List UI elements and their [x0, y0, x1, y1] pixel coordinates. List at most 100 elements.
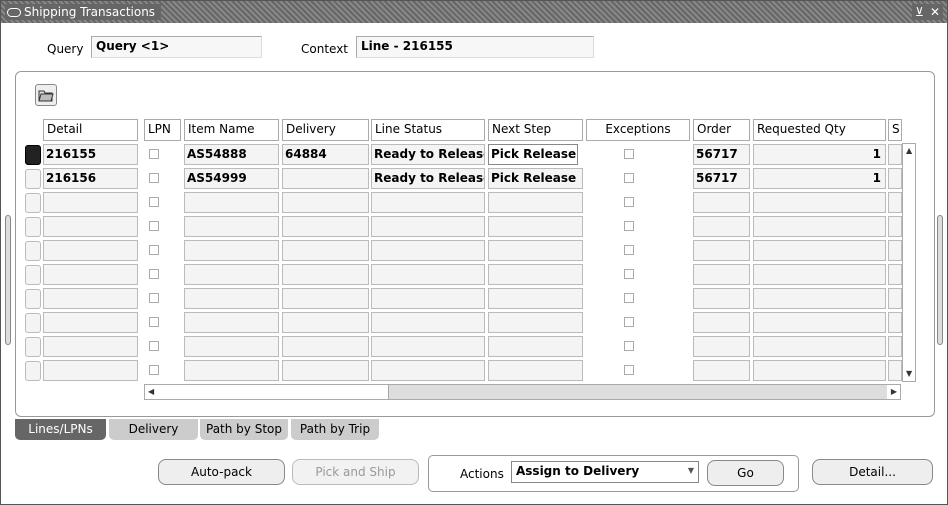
empty-cell[interactable] [753, 360, 886, 381]
empty-cell[interactable] [282, 360, 369, 381]
lpn-checkbox[interactable] [149, 149, 159, 159]
empty-cell[interactable] [488, 288, 583, 309]
col-header-requested-qty[interactable]: Requested Qty [753, 119, 886, 141]
row-selector-active[interactable] [25, 145, 41, 165]
scroll-right-icon[interactable]: ▶ [891, 388, 897, 396]
tab-path-by-stop[interactable]: Path by Stop [200, 419, 288, 440]
vertical-scrollbar[interactable]: ▲ ▼ [902, 143, 916, 382]
empty-cell[interactable] [282, 216, 369, 237]
empty-cell[interactable] [43, 216, 138, 237]
minimize-icon[interactable]: ⊻ [915, 5, 924, 19]
row-checkbox[interactable] [149, 341, 159, 351]
col-header-detail[interactable]: Detail [43, 119, 138, 141]
cell-order[interactable]: 56717 [693, 168, 750, 189]
col-header-order[interactable]: Order [693, 119, 750, 141]
empty-cell[interactable] [753, 336, 886, 357]
empty-cell[interactable] [693, 216, 750, 237]
empty-cell[interactable] [888, 336, 902, 357]
row-selector[interactable] [25, 313, 41, 333]
empty-cell[interactable] [43, 240, 138, 261]
empty-cell[interactable] [184, 240, 279, 261]
empty-cell[interactable] [43, 288, 138, 309]
auto-pack-button[interactable]: Auto-pack [158, 459, 285, 485]
col-header-s[interactable]: S [888, 119, 902, 141]
empty-cell[interactable] [282, 264, 369, 285]
empty-cell[interactable] [693, 336, 750, 357]
empty-cell[interactable] [371, 264, 485, 285]
empty-cell[interactable] [371, 240, 485, 261]
cell-detail[interactable]: 216156 [43, 168, 138, 189]
empty-cell[interactable] [43, 312, 138, 333]
row-selector[interactable] [25, 289, 41, 309]
cell-line-status[interactable]: Ready to Release [371, 144, 485, 165]
empty-cell[interactable] [753, 264, 886, 285]
empty-cell[interactable] [693, 360, 750, 381]
col-header-item-name[interactable]: Item Name [184, 119, 279, 141]
empty-cell[interactable] [753, 240, 886, 261]
col-header-lpn[interactable]: LPN [144, 119, 181, 141]
empty-cell[interactable] [282, 192, 369, 213]
row-checkbox[interactable] [149, 317, 159, 327]
row-checkbox[interactable] [149, 269, 159, 279]
col-header-exceptions[interactable]: Exceptions [586, 119, 690, 141]
empty-cell[interactable] [753, 192, 886, 213]
empty-cell[interactable] [888, 216, 902, 237]
cell-detail[interactable]: 216155 [43, 144, 138, 165]
empty-cell[interactable] [43, 192, 138, 213]
cell-order[interactable]: 56717 [693, 144, 750, 165]
empty-cell[interactable] [184, 288, 279, 309]
empty-cell[interactable] [371, 336, 485, 357]
empty-cell[interactable] [488, 336, 583, 357]
empty-cell[interactable] [282, 288, 369, 309]
empty-cell[interactable] [184, 312, 279, 333]
col-header-delivery[interactable]: Delivery [282, 119, 369, 141]
empty-cell[interactable] [43, 360, 138, 381]
row-selector[interactable] [25, 169, 41, 189]
empty-cell[interactable] [282, 312, 369, 333]
empty-cell[interactable] [184, 360, 279, 381]
cell-item-name[interactable]: AS54999 [184, 168, 279, 189]
empty-cell[interactable] [888, 264, 902, 285]
exceptions-checkbox[interactable] [624, 173, 634, 183]
actions-select[interactable]: Assign to Delivery ▼ [511, 461, 699, 483]
empty-cell[interactable] [184, 336, 279, 357]
row-checkbox[interactable] [624, 293, 634, 303]
horizontal-scrollbar[interactable]: ◀ ▶ [144, 384, 901, 400]
empty-cell[interactable] [184, 192, 279, 213]
row-checkbox[interactable] [624, 221, 634, 231]
empty-cell[interactable] [282, 336, 369, 357]
empty-cell[interactable] [488, 264, 583, 285]
lpn-checkbox[interactable] [149, 173, 159, 183]
cell-item-name[interactable]: AS54888 [184, 144, 279, 165]
scroll-up-icon[interactable]: ▲ [906, 147, 912, 155]
empty-cell[interactable] [371, 312, 485, 333]
exceptions-checkbox[interactable] [624, 149, 634, 159]
empty-cell[interactable] [371, 360, 485, 381]
empty-cell[interactable] [753, 288, 886, 309]
col-header-line-status[interactable]: Line Status [371, 119, 485, 141]
context-field[interactable]: Line - 216155 [356, 36, 594, 58]
row-checkbox[interactable] [149, 221, 159, 231]
row-checkbox[interactable] [149, 245, 159, 255]
cell-requested-qty[interactable]: 1 [753, 168, 886, 189]
empty-cell[interactable] [184, 264, 279, 285]
cell-next-step[interactable]: Pick Release [488, 144, 578, 165]
empty-cell[interactable] [371, 192, 485, 213]
empty-cell[interactable] [888, 288, 902, 309]
tab-path-by-trip[interactable]: Path by Trip [291, 419, 379, 440]
go-button[interactable]: Go [707, 460, 784, 486]
left-edge-handle[interactable] [5, 215, 11, 345]
row-selector[interactable] [25, 361, 41, 381]
horizontal-scroll-track[interactable] [389, 385, 887, 399]
row-selector[interactable] [25, 265, 41, 285]
empty-cell[interactable] [888, 312, 902, 333]
row-checkbox[interactable] [149, 365, 159, 375]
empty-cell[interactable] [488, 216, 583, 237]
empty-cell[interactable] [693, 312, 750, 333]
query-field[interactable]: Query <1> [91, 36, 262, 58]
cell-requested-qty[interactable]: 1 [753, 144, 886, 165]
tab-delivery[interactable]: Delivery [109, 419, 198, 440]
row-selector[interactable] [25, 337, 41, 357]
empty-cell[interactable] [488, 240, 583, 261]
tab-lines-lpns[interactable]: Lines/LPNs [15, 419, 106, 440]
